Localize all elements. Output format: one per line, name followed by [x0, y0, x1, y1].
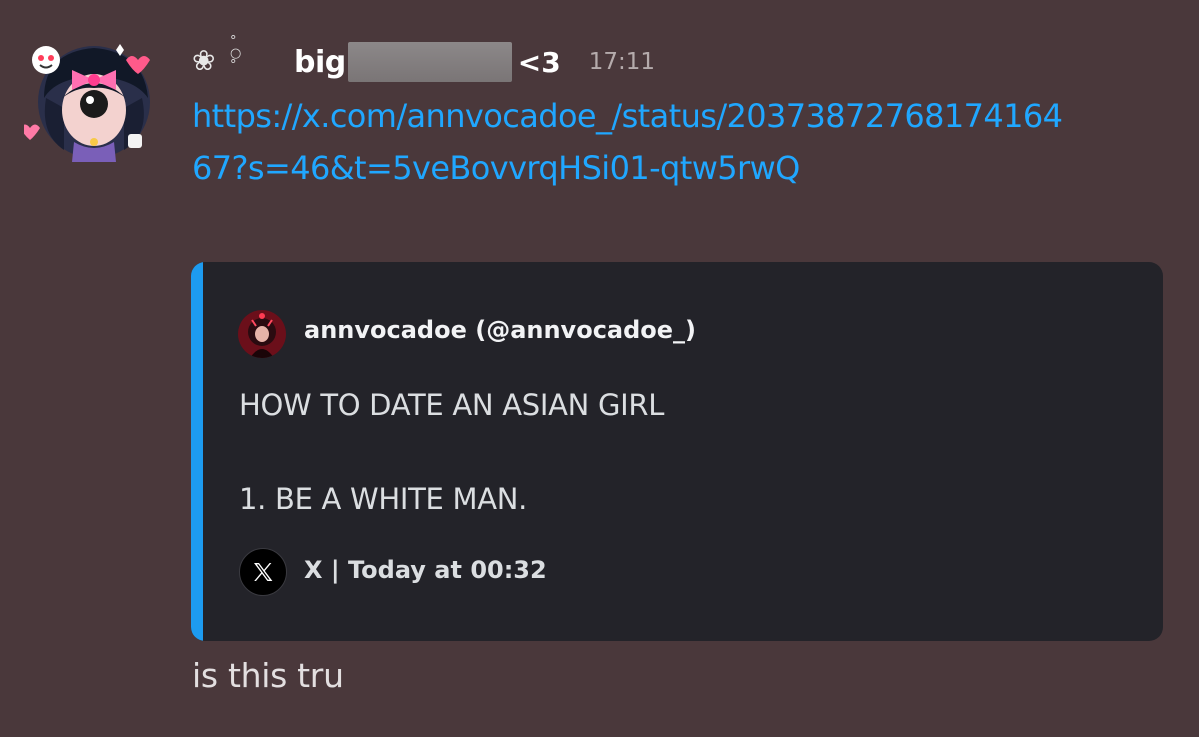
embed-description: HOW TO DATE AN ASIAN GIRL 1. BE A WHITE … [239, 388, 665, 516]
username-prefix[interactable]: big [294, 45, 346, 80]
author-avatar-icon [238, 310, 286, 358]
user-avatar[interactable] [24, 38, 160, 162]
x-logo-icon [239, 548, 287, 596]
message-header: ❀ ° ○ ° big <3 17:11 [190, 34, 655, 90]
message-content: is this tru [192, 656, 344, 695]
message-timestamp[interactable]: 17:11 [589, 49, 655, 75]
flower-icon: ❀ [192, 44, 218, 77]
anime-girl-avatar-icon [24, 44, 150, 162]
sparkle-dots: ° ○ ° [230, 34, 244, 73]
username-suffix[interactable]: <3 [518, 46, 561, 79]
link-embed: annvocadoe (@annvocadoe_) HOW TO DATE AN… [191, 262, 1163, 641]
embed-accent-bar [191, 262, 203, 641]
embed-footer: X | Today at 00:32 [304, 556, 547, 584]
embed-author-name[interactable]: annvocadoe (@annvocadoe_) [304, 316, 696, 344]
redacted-username-block [347, 42, 512, 82]
embed-author-avatar[interactable] [238, 310, 286, 358]
username-decoration: ❀ ° ○ ° [190, 34, 294, 90]
message-link[interactable]: https://x.com/annvocadoe_/status/2037387… [192, 90, 1072, 194]
